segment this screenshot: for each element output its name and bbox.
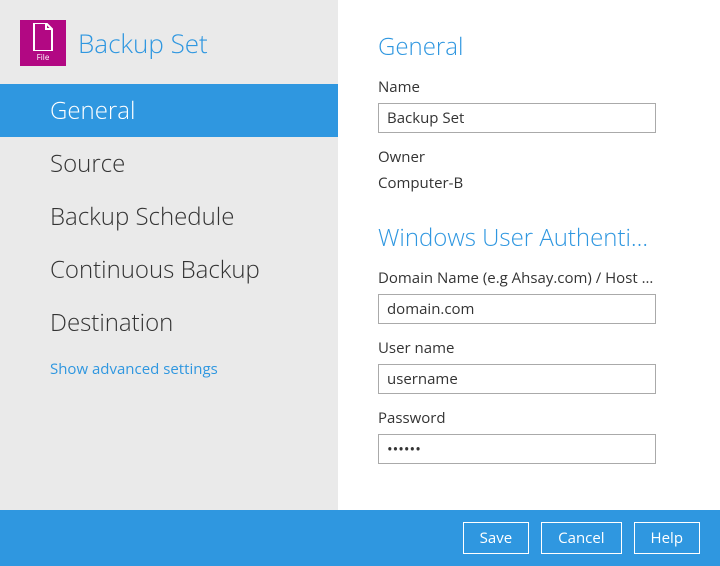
cancel-button[interactable]: Cancel — [541, 522, 621, 554]
section-title-auth: Windows User Authentic... — [378, 221, 656, 254]
footer-bar: Save Cancel Help — [0, 510, 720, 566]
sidebar-item-label: General — [50, 94, 135, 127]
show-advanced-label: Show advanced settings — [50, 359, 218, 379]
main-panel: General Name Owner Computer-B Windows Us… — [338, 0, 720, 510]
name-input[interactable] — [378, 103, 656, 133]
sidebar-item-general[interactable]: General — [0, 84, 338, 137]
file-icon: File — [20, 20, 66, 66]
owner-label: Owner — [378, 147, 680, 167]
section-auth: Windows User Authentic... Domain Name (e… — [378, 221, 680, 464]
sidebar-title: Backup Set — [78, 25, 208, 61]
sidebar-item-source[interactable]: Source — [0, 137, 338, 190]
sidebar-item-label: Source — [50, 147, 125, 180]
sidebar-header: File Backup Set — [0, 0, 338, 84]
save-button[interactable]: Save — [463, 522, 529, 554]
sidebar: File Backup Set General Source Backup Sc… — [0, 0, 338, 510]
help-button[interactable]: Help — [634, 522, 700, 554]
owner-value: Computer-B — [378, 173, 680, 193]
content-area: File Backup Set General Source Backup Sc… — [0, 0, 720, 510]
sidebar-item-label: Continuous Backup — [50, 253, 260, 286]
section-title-general: General — [378, 30, 680, 63]
sidebar-item-backup-schedule[interactable]: Backup Schedule — [0, 190, 338, 243]
show-advanced-link[interactable]: Show advanced settings — [0, 349, 338, 389]
sidebar-item-label: Backup Schedule — [50, 200, 234, 233]
sidebar-item-destination[interactable]: Destination — [0, 296, 338, 349]
sidebar-item-label: Destination — [50, 306, 173, 339]
username-label: User name — [378, 338, 680, 358]
domain-input[interactable] — [378, 294, 656, 324]
password-input[interactable] — [378, 434, 656, 464]
sidebar-item-continuous-backup[interactable]: Continuous Backup — [0, 243, 338, 296]
username-input[interactable] — [378, 364, 656, 394]
section-general: General Name Owner Computer-B — [378, 30, 680, 193]
domain-label: Domain Name (e.g Ahsay.com) / Host N... — [378, 268, 656, 288]
sidebar-nav: General Source Backup Schedule Continuou… — [0, 84, 338, 389]
name-label: Name — [378, 77, 680, 97]
password-label: Password — [378, 408, 680, 428]
file-icon-label: File — [37, 52, 50, 63]
app-window: File Backup Set General Source Backup Sc… — [0, 0, 720, 566]
